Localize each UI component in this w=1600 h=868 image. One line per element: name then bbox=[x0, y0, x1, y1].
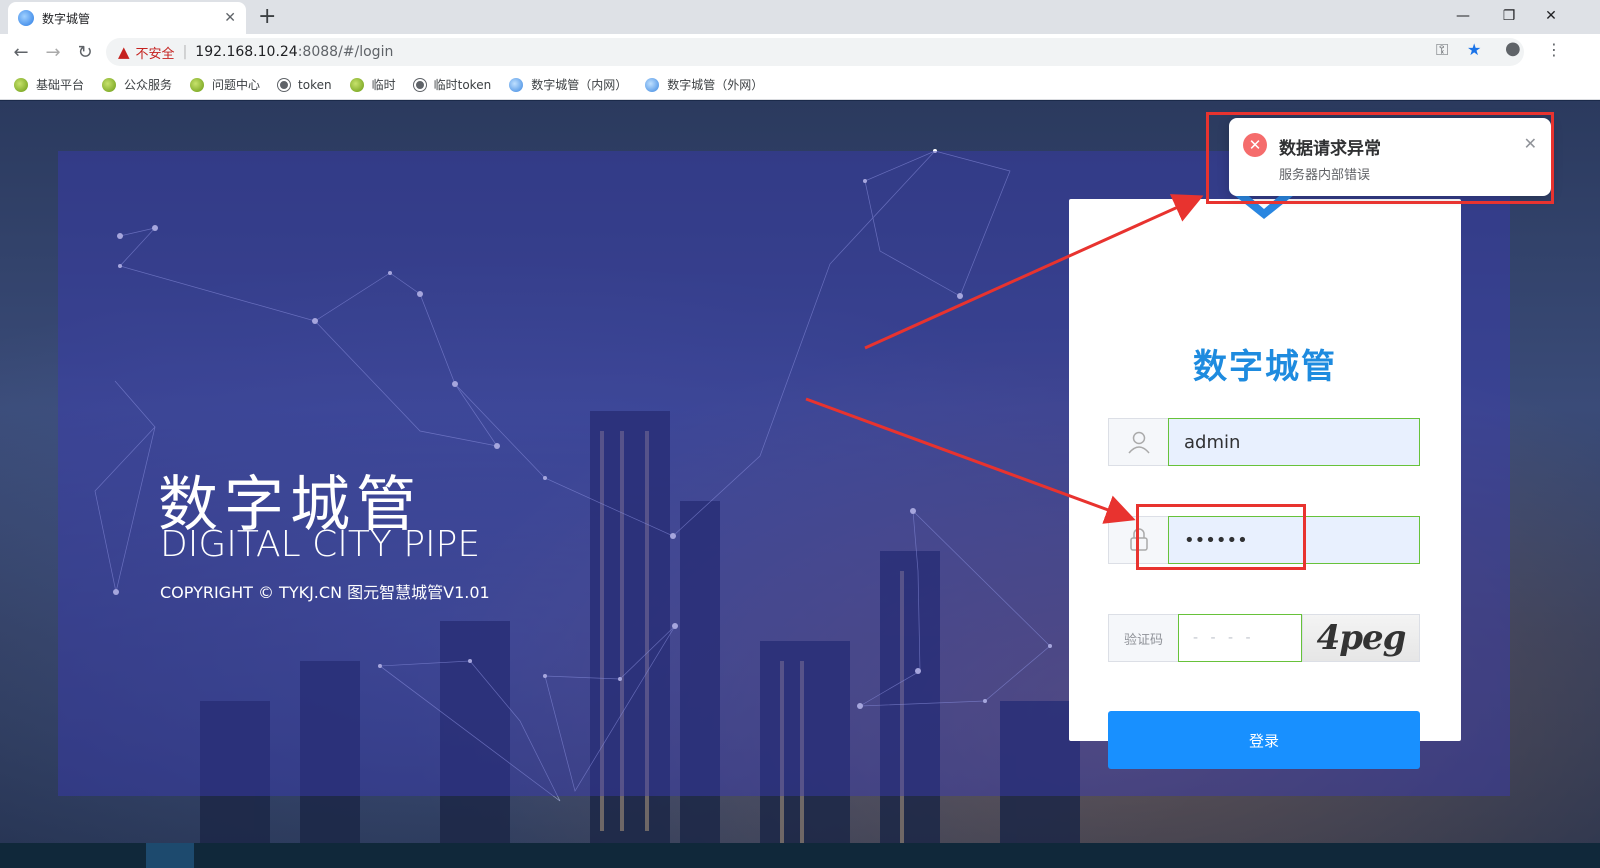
warning-icon: ▲ bbox=[118, 43, 130, 61]
bookmark-icon bbox=[102, 77, 117, 92]
taskbar bbox=[0, 843, 1600, 868]
captcha-input[interactable]: - - - - bbox=[1178, 614, 1302, 662]
security-label[interactable]: 不安全 bbox=[136, 43, 175, 62]
user-icon bbox=[1108, 418, 1168, 466]
bookmark-label: 临时token bbox=[433, 78, 492, 92]
bookmark-item[interactable]: 数字城管（内网） bbox=[509, 76, 627, 93]
bookmark-item[interactable]: token bbox=[278, 78, 332, 92]
bookmarks-bar: 基础平台 公众服务 问题中心 token 临时 临时token 数字城管（内网）… bbox=[0, 70, 1600, 100]
bookmark-item[interactable]: 公众服务 bbox=[102, 76, 172, 93]
bookmark-item[interactable]: 数字城管（外网） bbox=[645, 76, 763, 93]
minimize-icon[interactable]: — bbox=[1440, 0, 1486, 32]
back-icon[interactable]: ← bbox=[8, 39, 34, 65]
bookmark-icon bbox=[349, 77, 364, 92]
restore-icon[interactable]: ❐ bbox=[1486, 0, 1532, 32]
key-icon[interactable]: ⚿ bbox=[1436, 40, 1448, 60]
bookmark-label: 基础平台 bbox=[36, 78, 85, 92]
annotation-box-captcha bbox=[1136, 504, 1306, 570]
copyright-text: COPYRIGHT © TYKJ.CN 图元智慧城管V1.01 bbox=[160, 583, 490, 602]
captcha-image[interactable]: 4peg bbox=[1302, 614, 1420, 662]
bookmark-label: 数字城管（外网） bbox=[667, 78, 764, 92]
globe-icon bbox=[278, 78, 291, 91]
url-separator: | bbox=[182, 44, 188, 60]
tab-close-icon[interactable]: ✕ bbox=[224, 10, 236, 26]
bookmark-label: 数字城管（内网） bbox=[531, 78, 628, 92]
bookmark-icon bbox=[509, 77, 524, 92]
annotation-box-notification bbox=[1206, 112, 1554, 204]
bookmark-item[interactable]: 问题中心 bbox=[190, 76, 260, 93]
login-button[interactable]: 登录 bbox=[1108, 711, 1420, 769]
address-bar[interactable]: ▲ 不安全 | 192.168.10.24 :8088/#/login bbox=[106, 38, 1524, 66]
bookmark-item[interactable]: 临时 bbox=[349, 76, 396, 93]
username-input[interactable]: admin bbox=[1168, 418, 1420, 466]
login-title: 数字城管 bbox=[1193, 347, 1337, 387]
url-path: :8088/#/login bbox=[297, 44, 394, 60]
bookmark-icon bbox=[645, 77, 660, 92]
bookmark-label: 临时 bbox=[371, 78, 396, 92]
profile-icon[interactable]: ● bbox=[1505, 38, 1521, 59]
hero-subtitle: DIGITAL CITY PIPE bbox=[160, 524, 481, 565]
bookmark-icon bbox=[190, 77, 205, 92]
bookmark-icon bbox=[14, 77, 28, 92]
menu-icon[interactable]: ⋮ bbox=[1546, 40, 1562, 59]
star-icon[interactable]: ★ bbox=[1467, 40, 1481, 59]
username-field: admin bbox=[1108, 418, 1420, 466]
tab-title: 数字城管 bbox=[42, 11, 91, 26]
captcha-field: 验证码 - - - - 4peg bbox=[1108, 614, 1420, 662]
url-host: 192.168.10.24 bbox=[195, 44, 298, 60]
tab-strip: 数字城管 ✕ + — ❐ ✕ bbox=[0, 0, 1600, 34]
captcha-label: 验证码 bbox=[1108, 614, 1178, 662]
tab-favicon-icon bbox=[18, 10, 34, 26]
browser-tab[interactable]: 数字城管 ✕ bbox=[8, 2, 246, 34]
taskbar-item[interactable] bbox=[146, 843, 194, 868]
forward-icon[interactable]: → bbox=[40, 39, 66, 65]
bookmark-label: 问题中心 bbox=[212, 78, 261, 92]
bookmark-item[interactable]: 基础平台 bbox=[14, 76, 84, 93]
bookmark-label: 公众服务 bbox=[124, 78, 173, 92]
reload-icon[interactable]: ↻ bbox=[72, 39, 98, 65]
login-card: 数字城管 admin •••••• 验证码 - - - - 4peg 登录 bbox=[1069, 179, 1461, 769]
bookmark-item[interactable]: 临时token bbox=[413, 76, 492, 93]
globe-icon bbox=[413, 78, 426, 91]
bookmark-label: token bbox=[298, 77, 332, 92]
close-window-icon[interactable]: ✕ bbox=[1528, 0, 1574, 32]
new-tab-button[interactable]: + bbox=[258, 4, 276, 29]
login-page: 数字城管 DIGITAL CITY PIPE COPYRIGHT © TYKJ.… bbox=[0, 101, 1600, 868]
browser-toolbar: ← → ↻ ▲ 不安全 | 192.168.10.24 :8088/#/logi… bbox=[0, 34, 1600, 70]
